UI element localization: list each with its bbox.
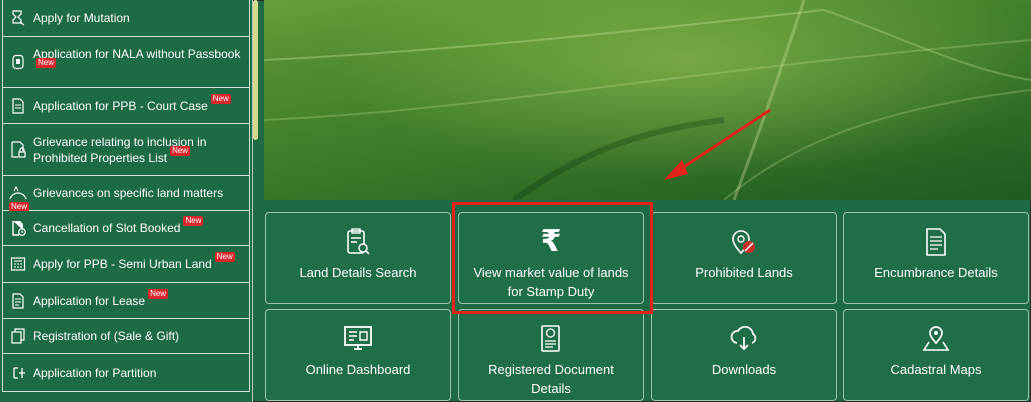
sidebar-item-label: Apply for PPB - Semi Urban Land	[33, 257, 212, 271]
lock-document-icon	[3, 140, 33, 159]
tile-online-dashboard[interactable]: Online Dashboard	[265, 309, 451, 401]
new-badge: New	[36, 58, 57, 68]
sidebar-item-grievances-land-matters[interactable]: New Grievances on specific land matters	[2, 176, 250, 212]
tile-label: Downloads	[711, 362, 777, 377]
document-icon	[3, 97, 33, 114]
clipboard-search-icon	[344, 227, 372, 257]
monitor-icon	[343, 324, 373, 354]
hero-field-image	[264, 0, 1031, 200]
tile-registered-document-details[interactable]: Registered Document Details	[458, 309, 644, 401]
map-pin-icon	[921, 324, 951, 354]
land-icon: New	[3, 186, 33, 212]
sidebar-item-nala-without-passbook[interactable]: Application for NALA without PassbookNew	[2, 37, 250, 88]
sidebar-item-registration-sale-gift[interactable]: Registration of (Sale & Gift)	[2, 319, 250, 354]
location-prohibited-icon	[729, 227, 759, 257]
sidebar-menu: Apply for Mutation Application for NALA …	[0, 0, 253, 402]
calculator-icon	[3, 256, 33, 272]
document-clock-icon	[3, 220, 33, 236]
sidebar-item-label: Apply for Mutation	[33, 11, 130, 25]
document-badge-icon	[3, 54, 33, 70]
tile-label: Registered Document Details	[488, 362, 614, 396]
hourglass-document-icon	[3, 10, 33, 26]
sidebar-item-application-for-lease[interactable]: Application for LeaseNew	[2, 283, 250, 319]
sidebar-item-cancellation-slot[interactable]: Cancellation of Slot BookedNew	[2, 211, 250, 246]
new-badge: New	[170, 145, 191, 156]
registered-document-icon	[539, 324, 563, 354]
document-list-icon	[3, 292, 33, 309]
tile-downloads[interactable]: Downloads	[651, 309, 837, 401]
annotation-arrow-icon	[664, 108, 771, 180]
tile-label: Prohibited Lands	[695, 265, 793, 280]
tile-label: View market value of lands for Stamp Dut…	[473, 265, 629, 299]
new-badge: New	[210, 93, 231, 104]
tile-land-details-search[interactable]: Land Details Search	[265, 212, 451, 304]
partition-icon	[3, 365, 33, 381]
sidebar-item-grievance-prohibited-list[interactable]: Grievance relating to inclusion in Prohi…	[2, 124, 250, 176]
sidebar-item-label: Application for PPB - Court Case	[33, 98, 208, 113]
copy-documents-icon	[3, 328, 33, 344]
tile-market-value-stamp-duty[interactable]: ₹ View market value of lands for Stamp D…	[458, 212, 644, 304]
sidebar-scrollbar[interactable]	[253, 0, 258, 140]
sidebar-item-application-for-partition[interactable]: Application for Partition	[2, 354, 250, 392]
sidebar-item-ppb-semi-urban[interactable]: Apply for PPB - Semi Urban LandNew	[2, 246, 250, 283]
sidebar-item-label: Application for Partition	[33, 365, 157, 380]
tile-prohibited-lands[interactable]: Prohibited Lands	[651, 212, 837, 304]
tile-label: Land Details Search	[299, 265, 417, 280]
tile-label: Cadastral Maps	[890, 362, 982, 377]
tile-cadastral-maps[interactable]: Cadastral Maps	[843, 309, 1029, 401]
new-badge: New	[214, 252, 235, 262]
sidebar-item-label: Cancellation of Slot Booked	[33, 221, 181, 235]
sidebar-item-label: Registration of (Sale & Gift)	[33, 329, 180, 343]
sidebar-item-label: Grievances on specific land matters	[33, 186, 224, 200]
new-badge: New	[183, 216, 204, 226]
cloud-download-icon	[729, 324, 759, 354]
rupee-icon: ₹	[540, 224, 562, 259]
document-lines-icon	[924, 227, 948, 257]
tile-label: Encumbrance Details	[874, 265, 998, 280]
sidebar-item-label: Application for NALA without Passbook	[33, 47, 241, 61]
tile-label: Online Dashboard	[305, 362, 411, 377]
sidebar-item-apply-for-mutation[interactable]: Apply for Mutation	[2, 0, 250, 37]
tile-encumbrance-details[interactable]: Encumbrance Details	[843, 212, 1029, 304]
sidebar-item-ppb-court-case[interactable]: Application for PPB - Court CaseNew	[2, 88, 250, 124]
sidebar-item-label: Application for Lease	[33, 293, 146, 308]
new-badge: New	[148, 288, 169, 299]
